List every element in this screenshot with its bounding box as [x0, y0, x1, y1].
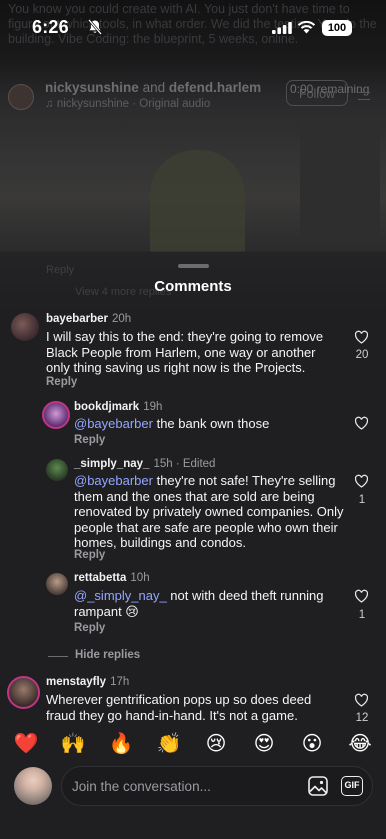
- reel-collaborator[interactable]: defend.harlem: [169, 80, 261, 95]
- comment-age: 10h: [130, 572, 150, 584]
- reel-author-avatar[interactable]: [8, 84, 34, 110]
- mention-link[interactable]: @bayebarber: [74, 473, 153, 488]
- hide-replies-label[interactable]: Hide replies: [75, 649, 140, 661]
- username-text[interactable]: rettabetta: [74, 572, 126, 584]
- sheet-drag-handle[interactable]: [178, 264, 209, 268]
- my-avatar: [14, 767, 52, 805]
- reply-button[interactable]: Reply: [74, 622, 105, 634]
- comment-username[interactable]: bookdjmark 19h: [74, 401, 162, 413]
- reply-button[interactable]: Reply: [74, 434, 105, 446]
- reel-audio-label: nickysunshine · Original audio: [56, 98, 211, 110]
- sheet-title: Comments: [154, 278, 232, 295]
- status-bar: 6:26 100: [0, 0, 386, 54]
- like-count: 20: [355, 349, 369, 361]
- avatar[interactable]: [42, 401, 70, 429]
- comment-text: Wherever gentrification pops up so does …: [46, 692, 312, 723]
- emoji-quick-bar: ❤️ 🙌 🔥 👏 😢 😍 😮 😂: [0, 730, 386, 758]
- comment-text: @_simply_nay_ not with deed theft runnin…: [74, 588, 336, 619]
- username-text[interactable]: menstayfly: [46, 676, 106, 688]
- comment-age: 17h: [110, 676, 130, 688]
- like-count: 12: [355, 712, 369, 724]
- ghost-reply-text: Reply: [46, 264, 75, 276]
- avatar[interactable]: [46, 459, 68, 481]
- hide-replies-line: [48, 656, 68, 657]
- comment-composer: GIF: [61, 766, 373, 806]
- avatar[interactable]: [46, 573, 68, 595]
- emoji-fire[interactable]: 🔥: [107, 730, 135, 758]
- emoji-heart-eyes[interactable]: 😍: [250, 730, 278, 758]
- comment-input[interactable]: [72, 774, 292, 798]
- signal-icon: [272, 22, 292, 34]
- like-count: 1: [358, 609, 366, 621]
- comment-username[interactable]: _simply_nay_ 15h · Edited: [74, 458, 215, 470]
- heart-icon[interactable]: [354, 330, 369, 344]
- username-text[interactable]: bookdjmark: [74, 401, 139, 413]
- emoji-crying[interactable]: 😢: [202, 730, 230, 758]
- comment-text: @bayebarber the bank own those: [74, 416, 336, 432]
- comment-text: @bayebarber they're not safe! They're se…: [74, 473, 344, 551]
- status-time: 6:26: [32, 17, 69, 37]
- comment-age: 19h: [143, 401, 163, 413]
- emoji-joy[interactable]: 😂: [346, 730, 374, 758]
- mention-link[interactable]: @_simply_nay_: [74, 588, 167, 603]
- reel-audio[interactable]: ♫ nickysunshine · Original audio: [45, 98, 210, 110]
- bell-slash-icon: [88, 19, 102, 35]
- comment-age: 20h: [112, 313, 132, 325]
- like-count: 1: [358, 494, 366, 506]
- username-text[interactable]: bayebarber: [46, 313, 108, 325]
- avatar[interactable]: [11, 313, 39, 341]
- menu-icon[interactable]: [358, 92, 370, 100]
- heart-icon[interactable]: [354, 693, 369, 707]
- heart-icon[interactable]: [354, 474, 369, 488]
- video-shadow: [300, 120, 380, 240]
- image-icon[interactable]: [308, 776, 328, 796]
- comment-age: 15h · Edited: [153, 458, 216, 470]
- heart-icon[interactable]: [354, 416, 369, 430]
- video-figure: [150, 150, 245, 252]
- emoji-heart[interactable]: ❤️: [12, 730, 40, 758]
- comments-sheet: Reply View 4 more replies Comments bayeb…: [0, 251, 386, 839]
- reel-and: and: [142, 80, 166, 95]
- comment-body: the bank own those: [152, 416, 270, 431]
- music-note-icon: ♫: [45, 98, 57, 110]
- gif-icon[interactable]: GIF: [341, 776, 363, 796]
- wifi-icon: [297, 20, 316, 34]
- battery-icon: 100: [322, 20, 352, 36]
- heart-icon[interactable]: [354, 589, 369, 603]
- emoji-surprised[interactable]: 😮: [298, 730, 326, 758]
- comment-username[interactable]: bayebarber 20h: [46, 313, 131, 325]
- mention-link[interactable]: @bayebarber: [74, 416, 153, 431]
- comment-username[interactable]: menstayfly 17h: [46, 676, 129, 688]
- reel-authors[interactable]: nickysunshine and defend.harlem: [45, 80, 261, 95]
- reel-author[interactable]: nickysunshine: [45, 80, 139, 95]
- emoji-raised-hands[interactable]: 🙌: [59, 730, 87, 758]
- comment-username[interactable]: rettabetta 10h: [74, 572, 150, 584]
- comment-text: I will say this to the end: they're goin…: [46, 329, 324, 375]
- avatar[interactable]: [7, 676, 40, 709]
- username-text[interactable]: _simply_nay_: [74, 458, 149, 470]
- emoji-clap[interactable]: 👏: [155, 730, 183, 758]
- reply-button[interactable]: Reply: [74, 549, 105, 561]
- reply-button[interactable]: Reply: [46, 376, 77, 388]
